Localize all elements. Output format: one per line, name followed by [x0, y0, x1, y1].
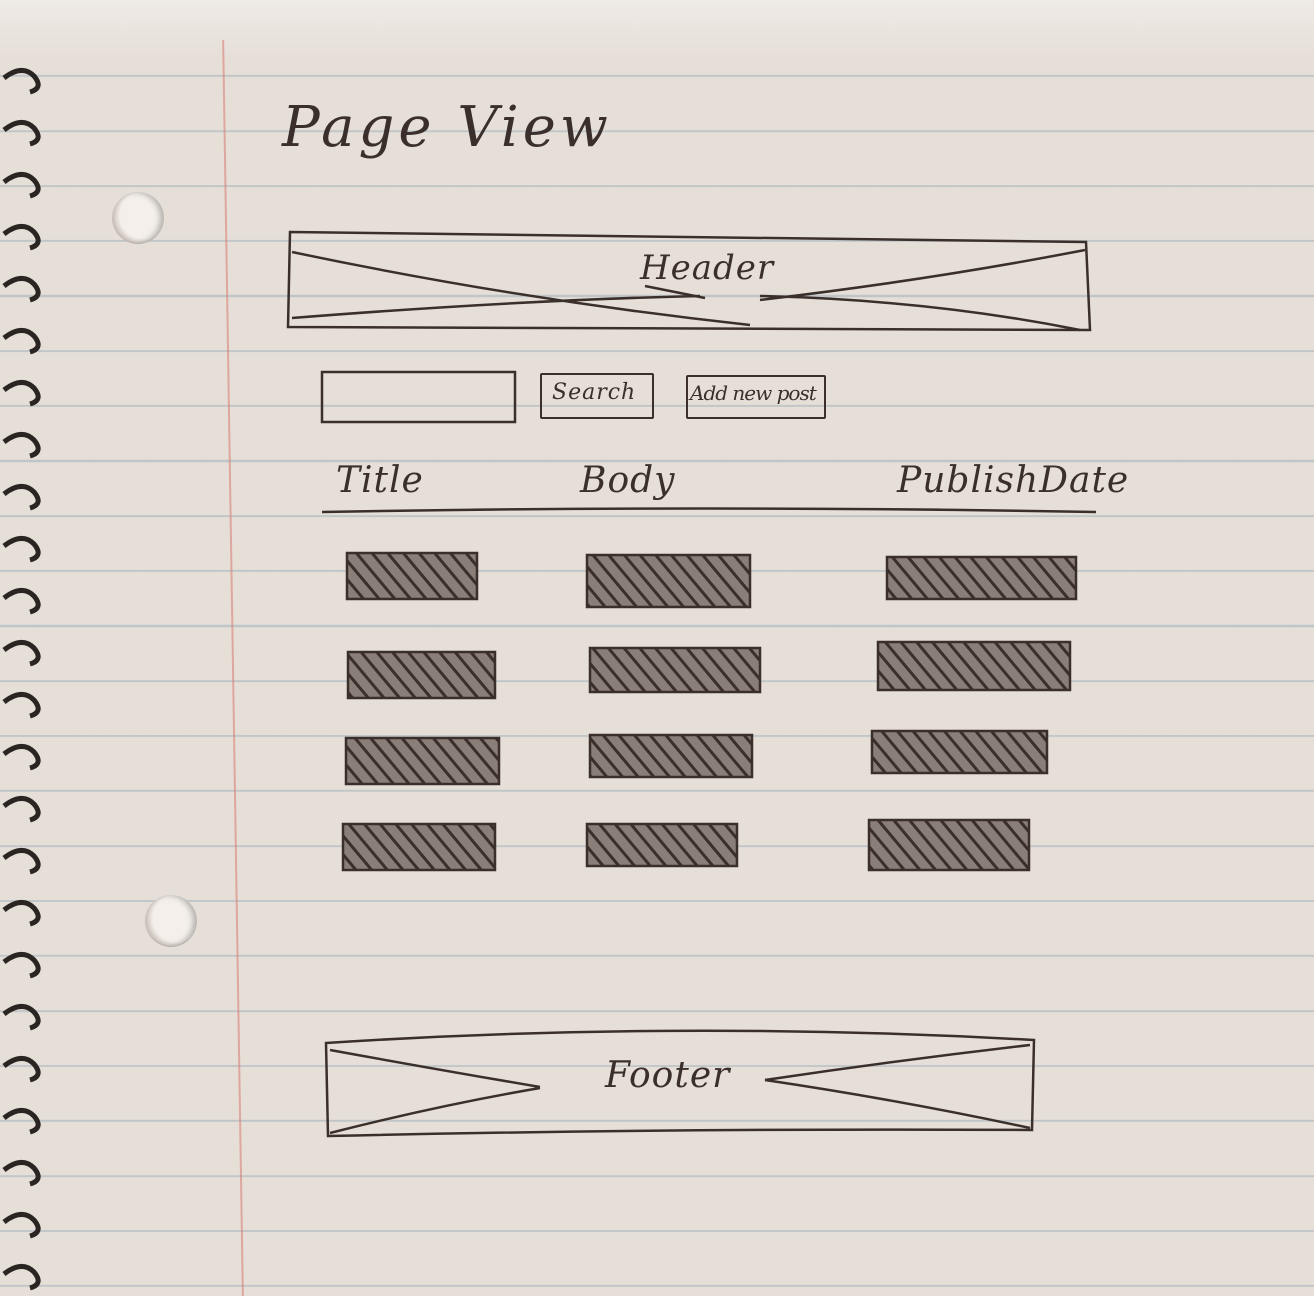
placeholder-cell-body [588, 646, 762, 694]
table-row [344, 729, 1049, 786]
spiral-coil [2, 172, 41, 199]
table-body [341, 551, 1078, 872]
spiral-coil [2, 328, 41, 355]
spiral-coil [2, 796, 41, 823]
header-label: Header [640, 248, 775, 288]
spiral-coil [2, 68, 41, 95]
spiral-coil [2, 380, 41, 407]
placeholder-cell-publish-date [885, 555, 1078, 601]
table-row [341, 818, 1031, 872]
column-header-body: Body [580, 460, 676, 501]
placeholder-cell-publish-date [870, 729, 1049, 775]
placeholder-cell-body [588, 733, 754, 779]
placeholder-cell-title [341, 822, 497, 872]
spiral-coil [2, 1212, 41, 1239]
spiral-coil [2, 120, 41, 147]
spiral-coil [2, 1004, 41, 1031]
spiral-coil [2, 432, 41, 459]
spiral-coil [2, 536, 41, 563]
spiral-coil [2, 900, 41, 927]
search-button-label: Search [552, 380, 637, 405]
placeholder-cell-body [585, 822, 739, 868]
table-row [346, 640, 1072, 700]
spiral-coil [2, 640, 41, 667]
spiral-coil [2, 692, 41, 719]
placeholder-cell-title [346, 650, 497, 700]
placeholder-cell-title [345, 551, 479, 601]
spiral-coil [2, 744, 41, 771]
spiral-coils [2, 68, 41, 1291]
spiral-coil [2, 1056, 41, 1083]
column-header-publish-date: PublishDate [897, 460, 1130, 501]
search-input[interactable] [320, 370, 517, 424]
spiral-coil [2, 276, 41, 303]
page-title: Page View [282, 95, 612, 160]
table-row [345, 551, 1078, 609]
spiral-coil [2, 1264, 41, 1291]
column-header-title: Title [336, 460, 424, 501]
table-header-underline [321, 507, 1097, 514]
placeholder-cell-title [344, 736, 501, 786]
spiral-coil [2, 484, 41, 511]
spiral-coil [2, 1108, 41, 1135]
placeholder-cell-publish-date [876, 640, 1072, 692]
placeholder-cell-publish-date [867, 818, 1031, 872]
placeholder-cell-body [585, 553, 752, 609]
spiral-coil [2, 588, 41, 615]
wireframe-sketch [2, 68, 1097, 1291]
spiral-coil [2, 224, 41, 251]
footer-label: Footer [605, 1055, 731, 1096]
spiral-coil [2, 1160, 41, 1187]
add-new-post-button-label: Add new post [690, 381, 817, 405]
spiral-coil [2, 848, 41, 875]
spiral-coil [2, 952, 41, 979]
